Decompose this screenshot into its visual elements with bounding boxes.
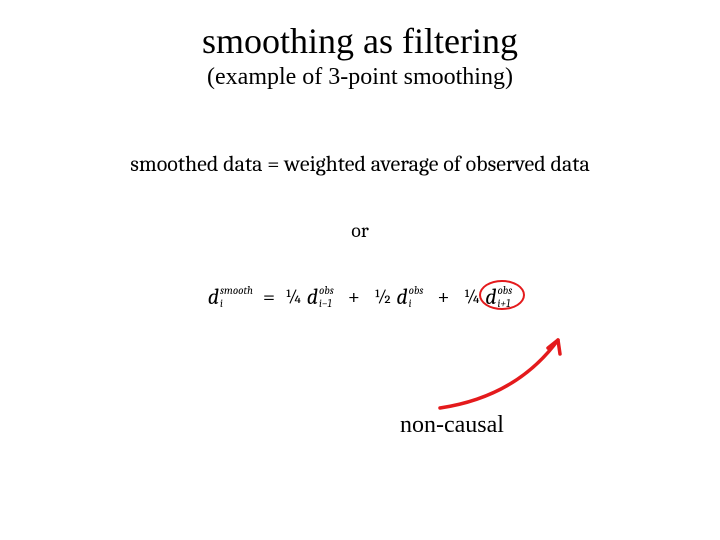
lhs-var: d [208, 284, 219, 310]
term-2-subsup: obs i+1 [497, 286, 512, 308]
term-1-var: d [396, 284, 407, 310]
term-0-subsup: obs i−1 [319, 286, 334, 308]
noncausal-label: non-causal [400, 412, 504, 439]
coef-1: ½ [374, 285, 390, 308]
equals-sign: = [259, 284, 279, 310]
term-2-sub: i+1 [497, 298, 510, 309]
coef-2: ¼ [464, 285, 480, 308]
term-1: d obs i [396, 284, 423, 310]
term-0: d obs i−1 [307, 284, 334, 310]
plus-0: + [340, 284, 368, 310]
title-block: smoothing as filtering (example of 3-poi… [0, 0, 720, 91]
term-2-var: d [485, 284, 496, 310]
term-1-sup: obs [409, 285, 424, 296]
slide-subtitle: (example of 3-point smoothing) [0, 64, 720, 91]
body-block: smoothed data = weighted average of obse… [0, 151, 720, 344]
last-term-wrap: d obs i+1 [485, 284, 512, 310]
lhs-sub: i [220, 298, 223, 309]
slide-title: smoothing as filtering [0, 22, 720, 62]
formula-wrap: d smooth i = ¼ d obs i−1 + ½ d [0, 284, 720, 344]
term-0-var: d [307, 284, 318, 310]
lhs-sup: smooth [220, 285, 253, 296]
plus-1: + [429, 284, 457, 310]
term-2-sup: obs [497, 285, 512, 296]
term-0-sup: obs [319, 285, 334, 296]
term-0-sub: i−1 [319, 298, 332, 309]
lhs-term: d smooth i [208, 284, 253, 310]
term-1-sub: i [409, 298, 412, 309]
lhs-subsup: smooth i [220, 286, 253, 308]
definition-sentence: smoothed data = weighted average of obse… [0, 151, 720, 177]
coef-0: ¼ [285, 285, 301, 308]
formula: d smooth i = ¼ d obs i−1 + ½ d [208, 284, 513, 310]
term-1-subsup: obs i [409, 286, 424, 308]
term-2: d obs i+1 [485, 284, 512, 310]
or-separator: or [0, 219, 720, 242]
